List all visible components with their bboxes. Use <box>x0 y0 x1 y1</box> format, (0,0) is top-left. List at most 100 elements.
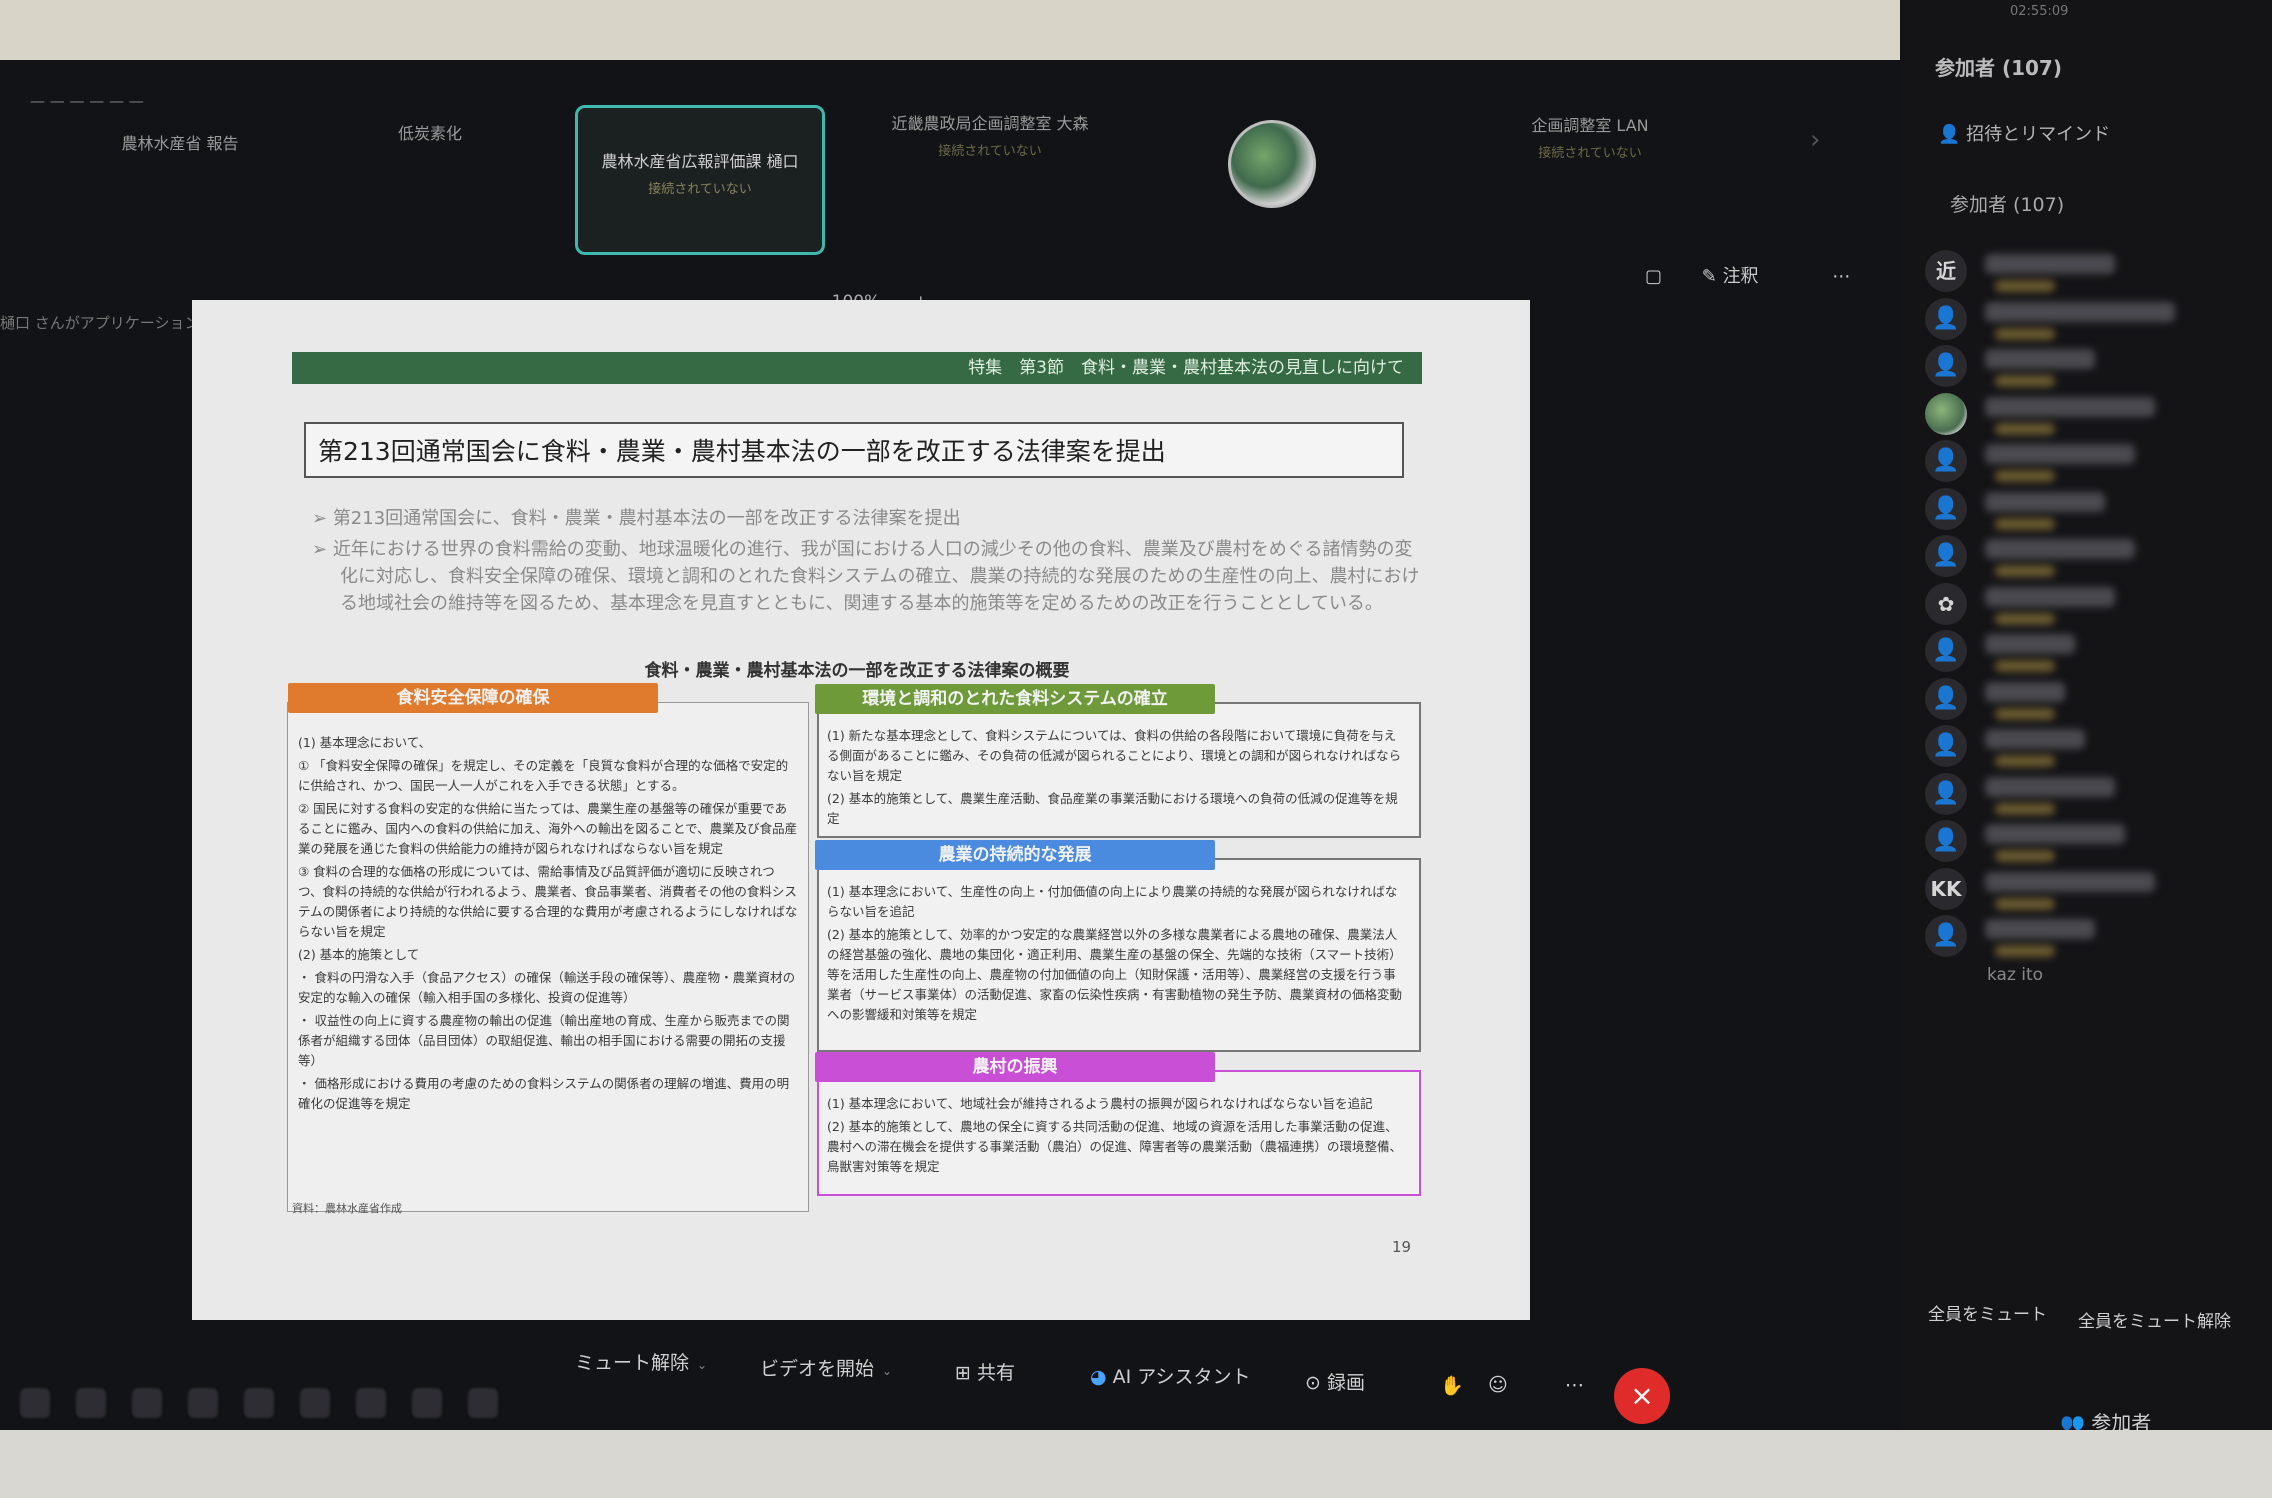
slide-header: 特集 第3節 食料・農業・農村基本法の見直しに向けて <box>292 352 1422 384</box>
unmute-all-button[interactable]: 全員をミュート解除 <box>2078 1307 2231 1332</box>
user-icon: 👤 <box>1925 487 1967 530</box>
video-tile-name: 農林水産省広報評価課 樋口 <box>601 152 799 171</box>
video-tile-name: 企画調整室 LAN <box>1531 116 1649 135</box>
box-environment-body: (1) 新たな基本理念として、食料システムについては、食料の供給の各段階において… <box>827 726 1407 832</box>
raise-hand-button[interactable]: ✋ <box>1440 1374 1464 1397</box>
video-tile[interactable]: 企画調整室 LAN 接続されていない <box>1480 112 1700 161</box>
video-tile-status: 接続されていない <box>648 182 752 197</box>
taskbar-app-icon[interactable] <box>20 1388 50 1418</box>
box-food-security-body: (1) 基本理念において、 ① 「食料安全保障の確保」を規定し、その定義を「良質な… <box>298 733 798 1117</box>
share-icon: ⊞ <box>955 1362 977 1384</box>
taskbar-app-icon[interactable] <box>132 1388 162 1418</box>
ai-assistant-icon: ◕ <box>1090 1366 1113 1388</box>
participant-name-redacted <box>1985 681 2065 702</box>
user-icon: 👤 <box>1925 915 1967 957</box>
annotate-label: 注釈 <box>1722 266 1759 287</box>
box-item: (2) 基本的施策として <box>298 947 420 962</box>
box-item: ・ 収益性の向上に資する農産物の輸出の促進（輸出産地の育成、生産から販売までの関… <box>298 1013 790 1068</box>
chevron-down-icon[interactable]: ⌄ <box>882 1364 892 1378</box>
invite-button[interactable]: 👤 招待とリマインド <box>1938 120 2110 146</box>
participant-name-redacted <box>1985 919 2095 939</box>
participant-name: kaz ito <box>1987 964 2044 985</box>
participant-name-redacted <box>1985 824 2125 844</box>
box-item: ・ 食料の円滑な入手（食品アクセス）の確保（輸送手段の確保等）、農産物・農業資材… <box>298 970 796 1005</box>
hand-icon: ✋ <box>1440 1375 1464 1397</box>
participant-name-redacted <box>1985 871 2155 892</box>
more-options-icon[interactable]: ⋯ <box>1832 266 1850 287</box>
taskbar-app-icon[interactable] <box>76 1388 106 1418</box>
os-taskbar <box>0 1380 560 1430</box>
slide-bullet: 近年における世界の食料需給の変動、地球温暖化の進行、我が国における人口の減少その… <box>312 536 1422 617</box>
box-food-security: 食料安全保障の確保 (1) 基本理念において、 ① 「食料安全保障の確保」を規定し… <box>287 683 809 1212</box>
user-icon: 👤 <box>1925 535 1967 577</box>
slide-bullets: 第213回通常国会に、食料・農業・農村基本法の一部を改正する法律案を提出 近年に… <box>312 505 1422 621</box>
box-rural: 農村の振興 (1) 基本理念において、地域社会が維持されるよう農村の振興が図られ… <box>815 1052 1421 1196</box>
box-item: ② 国民に対する食料の安定的な供給に当たっては、農業生産の基盤等の確保が重要であ… <box>298 801 798 856</box>
start-video-button[interactable]: ビデオを開始 ⌄ <box>760 1354 892 1381</box>
slide-source: 資料：農林水産省作成 <box>292 1202 402 1215</box>
taskbar-app-icon[interactable] <box>468 1388 498 1418</box>
taskbar-app-icon[interactable] <box>412 1388 442 1418</box>
user-icon: 👤 <box>1925 820 1967 862</box>
avatar: KK <box>1925 867 1967 910</box>
user-icon: 👤 <box>1925 677 1967 720</box>
box-item: (1) 基本理念において、生産性の向上・付加価値の向上により農業の持続的な発展が… <box>827 884 1398 919</box>
box-item: ③ 食料の合理的な価格の形成については、需給事情及び品質評価が適切に反映されつつ… <box>298 864 798 939</box>
user-icon: 👤 <box>1925 630 1967 672</box>
participants-panel-title: 参加者 (107) <box>1935 56 2062 80</box>
user-icon: 👤 <box>1925 725 1967 767</box>
video-tile[interactable]: 農林水産省 報告 <box>80 130 280 160</box>
record-icon: ⊙ <box>1305 1372 1327 1394</box>
chevron-down-icon[interactable]: ⌄ <box>697 1358 707 1372</box>
taskbar-app-icon[interactable] <box>300 1388 330 1418</box>
box-item: ① 「食料安全保障の確保」を規定し、その定義を「良質な食料が合理的な価格で安定的… <box>298 758 789 793</box>
reaction-button[interactable]: ☺ <box>1488 1374 1508 1396</box>
annotate-button[interactable]: ✎ 注釈 <box>1702 266 1793 287</box>
box-item: (2) 基本的施策として、農地の保全に資する共同活動の促進、地域の資源を活用した… <box>827 1119 1403 1174</box>
participant-name-redacted <box>1985 396 2155 417</box>
box-item: (1) 新たな基本理念として、食料システムについては、食料の供給の各段階において… <box>827 728 1402 783</box>
participants-section-header[interactable]: 参加者 (107) <box>1950 190 2064 217</box>
person-add-icon: 👤 <box>1938 124 1967 145</box>
gallery-next-chevron-icon[interactable]: › <box>1810 125 1820 155</box>
video-tile-name: 低炭素化 <box>397 124 462 143</box>
video-label: ビデオを開始 <box>760 1358 875 1380</box>
user-icon: 👤 <box>1925 772 1967 815</box>
video-tile[interactable]: 近畿農政局企画調整室 大森 接続されていない <box>860 110 1120 159</box>
video-tile[interactable]: 低炭素化 <box>330 120 530 150</box>
user-icon: 👤 <box>1925 345 1967 387</box>
user-icon: 👤 <box>1925 297 1967 340</box>
emoji-icon: ☺ <box>1488 1374 1508 1396</box>
invite-label: 招待とリマインド <box>1966 124 2111 145</box>
unmute-label: ミュート解除 <box>575 1352 690 1374</box>
more-icon: ⋯ <box>1565 1374 1584 1396</box>
box-environment-title: 環境と調和のとれた食料システムの確立 <box>815 684 1215 714</box>
video-tile[interactable]: 農林水産省広報評価課 樋口接続されていない <box>575 105 825 255</box>
view-options-icon[interactable]: ▢ <box>1645 266 1662 287</box>
share-button[interactable]: ⊞ 共有 <box>955 1358 1015 1385</box>
participant-name-redacted <box>1985 776 2115 797</box>
participant-name-redacted <box>1985 634 2075 654</box>
participant-photo-avatar <box>1228 120 1316 208</box>
avatar: ✿ <box>1925 582 1967 625</box>
taskbar-app-icon[interactable] <box>244 1388 274 1418</box>
participant-name-redacted <box>1985 729 2085 749</box>
taskbar-app-icon[interactable] <box>188 1388 218 1418</box>
video-tile-status: 接続されていない <box>1538 146 1642 161</box>
taskbar-app-icon[interactable] <box>356 1388 386 1418</box>
avatar <box>1925 392 1967 435</box>
user-icon: 👤 <box>1925 440 1967 482</box>
participant-name-redacted <box>1985 301 2175 322</box>
ai-assistant-button[interactable]: ◕ AI アシスタント <box>1090 1362 1251 1389</box>
box-item: (2) 基本的施策として、効率的かつ安定的な農業経営以外の多様な農業者による農地… <box>827 927 1403 1022</box>
slide-subheading: 食料・農業・農村基本法の一部を改正する法律案の概要 <box>644 661 1070 681</box>
mute-all-button[interactable]: 全員をミュート <box>1928 1300 2047 1325</box>
ai-label: AI アシスタント <box>1112 1366 1251 1388</box>
more-button[interactable]: ⋯ <box>1565 1374 1584 1396</box>
participant-row[interactable]: kaz ito <box>1925 953 2265 1013</box>
shared-slide: 特集 第3節 食料・農業・農村基本法の見直しに向けて 第213回通常国会に食料・… <box>192 300 1530 1320</box>
end-meeting-button[interactable]: × <box>1614 1368 1670 1424</box>
box-sustainable-title: 農業の持続的な発展 <box>815 840 1215 870</box>
record-button[interactable]: ⊙ 録画 <box>1305 1368 1365 1395</box>
unmute-button[interactable]: ミュート解除 ⌄ <box>575 1348 707 1375</box>
